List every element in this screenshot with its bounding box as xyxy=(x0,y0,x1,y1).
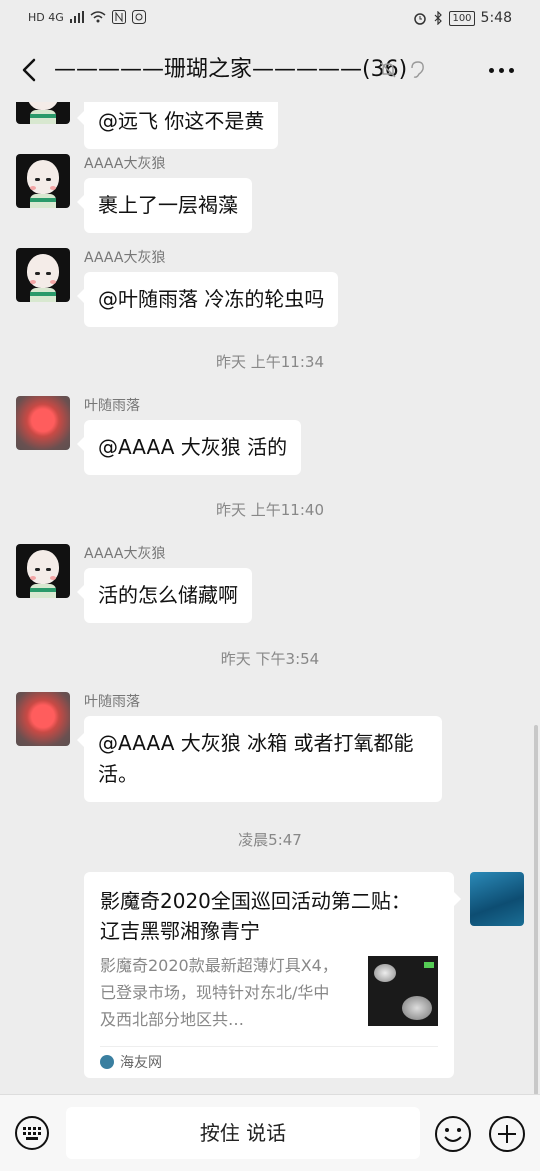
emoji-icon[interactable] xyxy=(434,1115,472,1153)
message-item: @远飞 你这不是黄 xyxy=(16,102,279,149)
link-card-source: 海友网 xyxy=(120,1055,162,1071)
link-card-thumbnail xyxy=(368,956,438,1026)
signal-icon xyxy=(69,11,84,23)
message-item: 叶随雨落 @AAAA 大灰狼 冰箱 或者打氧都能活。 xyxy=(16,692,442,802)
hold-to-talk-button[interactable]: 按住 说话 xyxy=(66,1107,420,1159)
alarm-icon xyxy=(414,13,427,25)
plus-icon[interactable] xyxy=(488,1115,526,1153)
bluetooth-icon xyxy=(435,11,443,25)
keyboard-icon[interactable] xyxy=(14,1115,50,1151)
message-bubble[interactable]: @AAAA 大灰狼 冰箱 或者打氧都能活。 xyxy=(77,716,442,802)
timestamp: 凌晨5:47 xyxy=(238,831,302,849)
timestamp: 昨天 上午11:34 xyxy=(216,353,324,371)
scrollbar[interactable] xyxy=(534,725,538,1095)
source-icon xyxy=(100,1055,114,1069)
avatar[interactable] xyxy=(470,872,524,926)
timestamp: 昨天 上午11:40 xyxy=(216,501,324,519)
clock: 5:48 xyxy=(480,10,512,26)
avatar[interactable] xyxy=(16,102,70,124)
message-item: 叶随雨落 @AAAA 大灰狼 活的 xyxy=(16,396,302,475)
avatar[interactable] xyxy=(16,692,70,746)
network-indicator: HD 4G xyxy=(28,10,64,24)
link-card-description: 影魔奇2020款最新超薄灯具X4，已登录市场，现特针对东北/华中及西北部分地区共… xyxy=(100,956,338,1029)
nfc-icon xyxy=(111,10,126,24)
sender-name: AAAA大灰狼 xyxy=(84,156,166,172)
sender-name: AAAA大灰狼 xyxy=(84,250,166,266)
divider xyxy=(100,1046,438,1047)
message-item: AAAA大灰狼 活的怎么储藏啊 xyxy=(16,544,252,623)
message-item: AAAA大灰狼 裹上了一层褐藻 xyxy=(16,154,252,233)
chat-area: @远飞 你这不是黄 AAAA大灰狼 裹上了一层褐藻 AAAA大灰狼 @叶随雨落 … xyxy=(0,102,540,1094)
mute-icon xyxy=(380,62,396,78)
avatar[interactable] xyxy=(16,154,70,208)
avatar[interactable] xyxy=(16,248,70,302)
avatar[interactable] xyxy=(16,396,70,450)
app-notification-icon xyxy=(131,10,146,24)
timestamp: 昨天 下午3:54 xyxy=(220,650,320,668)
sender-name: AAAA大灰狼 xyxy=(84,546,166,562)
ear-icon xyxy=(411,61,424,78)
message-item: AAAA大灰狼 @叶随雨落 冷冻的轮虫吗 xyxy=(16,248,339,327)
status-bar: HD 4G 100 5:48 xyxy=(0,0,540,38)
sender-name: 叶随雨落 xyxy=(84,398,140,414)
back-icon[interactable] xyxy=(18,56,44,84)
message-bubble[interactable]: 活的怎么储藏啊 xyxy=(77,568,252,623)
sender-name: 叶随雨落 xyxy=(84,694,140,710)
wifi-icon xyxy=(90,11,106,23)
more-icon[interactable] xyxy=(489,68,514,73)
message-bubble[interactable]: @远飞 你这不是黄 xyxy=(76,102,279,149)
chat-header: —————珊瑚之家—————(36) xyxy=(0,38,540,102)
link-card[interactable]: 影魔奇2020全国巡回活动第二贴： 辽吉黑鄂湘豫青宁 影魔奇2020款最新超薄灯… xyxy=(84,872,461,1078)
message-bubble[interactable]: 裹上了一层褐藻 xyxy=(77,178,252,233)
input-bar: 按住 说话 xyxy=(0,1094,540,1171)
message-bubble[interactable]: @叶随雨落 冷冻的轮虫吗 xyxy=(76,272,339,327)
message-bubble[interactable]: @AAAA 大灰狼 活的 xyxy=(76,420,302,475)
battery-level: 100 xyxy=(449,10,475,26)
link-card-title: 影魔奇2020全国巡回活动第二贴： 辽吉黑鄂湘豫青宁 xyxy=(100,889,411,943)
avatar[interactable] xyxy=(16,544,70,598)
chat-title: —————珊瑚之家—————(36) xyxy=(54,57,408,82)
